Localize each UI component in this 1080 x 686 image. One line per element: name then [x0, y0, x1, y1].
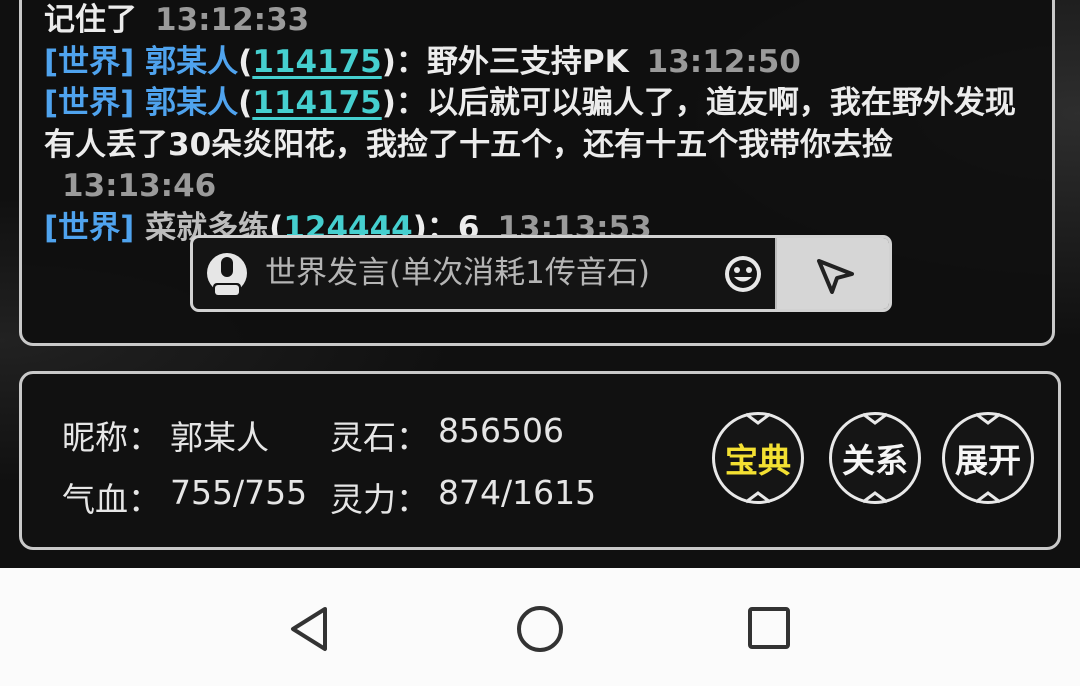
microphone-icon[interactable] — [205, 251, 249, 301]
chat-time: 13:12:50 — [646, 43, 801, 80]
chat-line: 记住了 13:12:33 — [44, 0, 1044, 42]
hp-label: 气血： — [62, 480, 161, 519]
chat-panel: 记住了 13:12:33 [世界] 郭某人(114175)：野外三支持PK 13:1… — [19, 0, 1055, 346]
treasure-book-button[interactable]: 宝典 — [712, 412, 804, 504]
player-status-panel: 昵称： 郭某人 灵石： 856506 气血： 755/755 灵力： 874/1… — [19, 371, 1061, 550]
chevron-up-icon — [975, 491, 1001, 504]
chevron-down-icon — [862, 412, 888, 425]
sender-uid-link[interactable]: 114175 — [252, 44, 381, 80]
expand-button[interactable]: 展开 — [942, 412, 1034, 504]
mana-label: 灵力： — [330, 480, 429, 519]
relations-label: 关系 — [842, 441, 908, 480]
uid-close-separator: )： — [381, 43, 427, 80]
home-circle-icon[interactable] — [515, 604, 565, 654]
chat-time: 13:13:46 — [62, 168, 217, 204]
sender-name[interactable]: 郭某人 — [145, 85, 238, 121]
spirit-stone-label: 灵石： — [330, 418, 429, 457]
sender-uid-link[interactable]: 114175 — [252, 85, 381, 121]
send-button[interactable] — [775, 238, 889, 309]
chevron-down-icon — [975, 412, 1001, 425]
relations-button[interactable]: 关系 — [829, 412, 921, 504]
expand-label: 展开 — [955, 441, 1021, 480]
chat-message: 记住了 — [44, 2, 137, 38]
chat-time: 13:12:33 — [155, 2, 310, 38]
game-area: 记住了 13:12:33 [世界] 郭某人(114175)：野外三支持PK 13:1… — [0, 0, 1080, 568]
hp-value: 755/755 — [170, 473, 308, 512]
emoji-icon[interactable] — [723, 254, 763, 294]
chat-log[interactable]: 记住了 13:12:33 [世界] 郭某人(114175)：野外三支持PK 13:1… — [44, 0, 1044, 249]
uid-close-separator: )： — [381, 85, 427, 121]
chat-line: [世界] 郭某人(114175)：以后就可以骗人了，道友啊，我在野外发现有人丢了… — [44, 83, 1044, 208]
mana-value: 874/1615 — [438, 473, 597, 512]
chat-line: [世界] 郭某人(114175)：野外三支持PK 13:12:50 — [44, 42, 1044, 84]
recents-square-icon[interactable] — [747, 606, 791, 650]
chevron-down-icon — [745, 412, 771, 425]
spirit-stone-value: 856506 — [438, 411, 564, 450]
chat-input-bar: 世界发言(单次消耗1传音石) — [190, 235, 892, 312]
nickname-label: 昵称： — [62, 418, 161, 457]
channel-tag: [世界] — [44, 209, 135, 246]
uid-open-paren: ( — [238, 85, 253, 121]
channel-tag: [世界] — [44, 43, 135, 80]
chat-input-field[interactable]: 世界发言(单次消耗1传音石) — [265, 238, 650, 309]
nickname-value: 郭某人 — [170, 418, 269, 457]
uid-open-paren: ( — [238, 43, 253, 80]
channel-tag: [世界] — [44, 85, 135, 121]
treasure-book-label: 宝典 — [725, 441, 791, 480]
back-triangle-icon[interactable] — [287, 605, 331, 653]
send-arrow-icon — [817, 259, 854, 294]
chevron-up-icon — [862, 491, 888, 504]
chevron-up-icon — [745, 491, 771, 504]
sender-name[interactable]: 郭某人 — [145, 44, 238, 80]
system-navigation-bar — [0, 568, 1080, 686]
chat-message: 野外三支持PK — [426, 43, 629, 80]
